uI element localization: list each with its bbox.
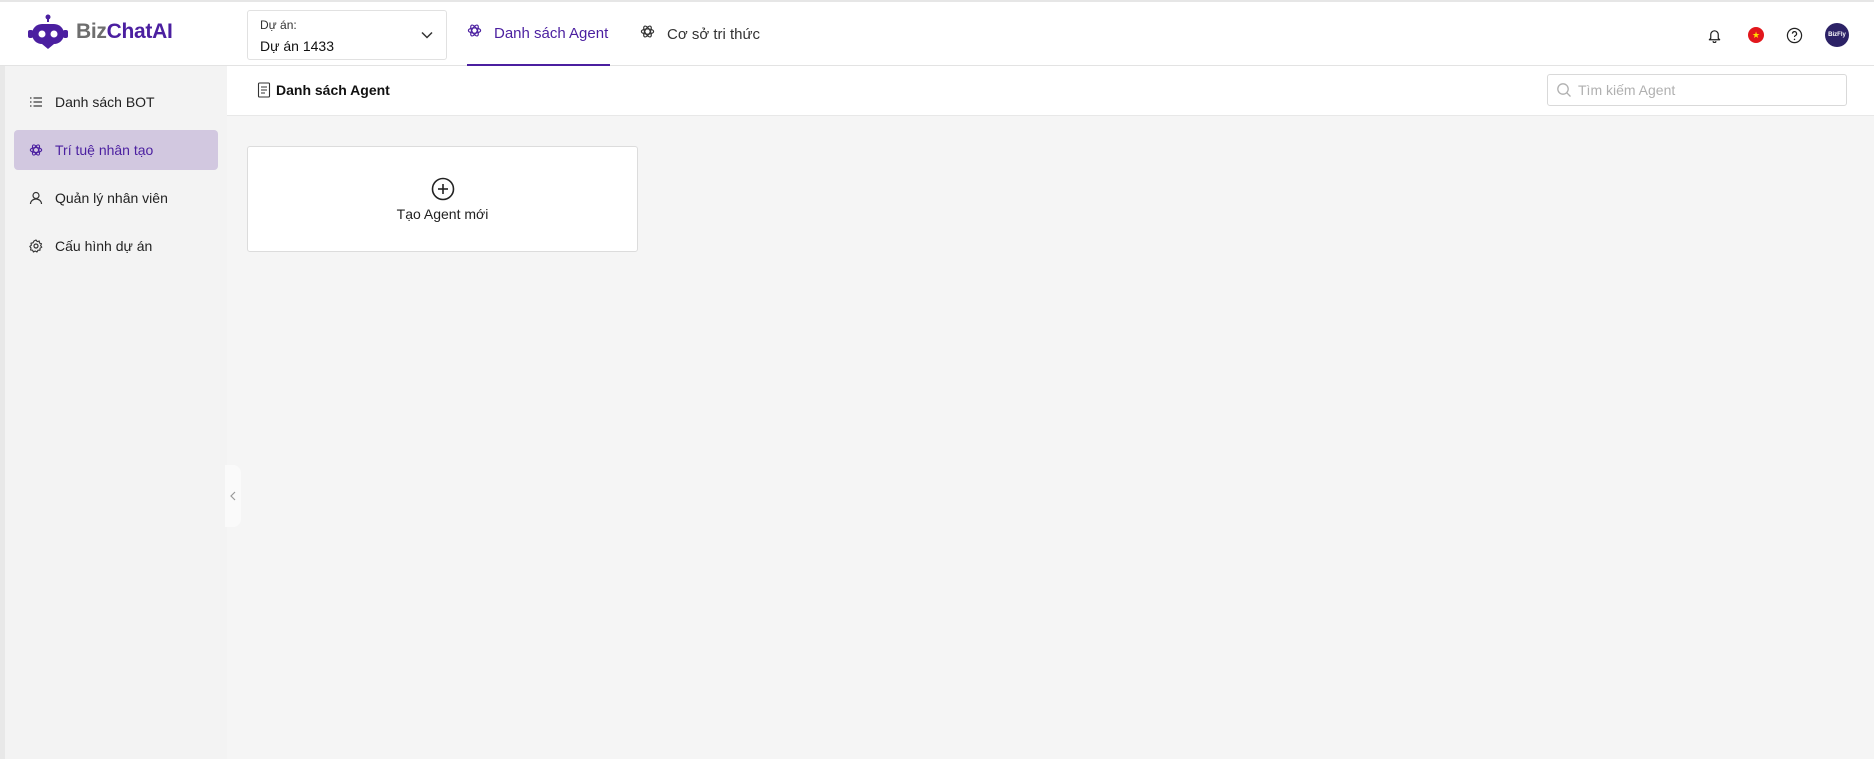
- sidebar-item-label: Quản lý nhân viên: [55, 190, 168, 206]
- search-icon: [1557, 83, 1571, 97]
- sidebar-item-label: Danh sách BOT: [55, 94, 155, 110]
- list-icon: [30, 97, 42, 107]
- top-bar: BizChatAI Dự án: Dự án 1433 Danh sách Ag…: [0, 0, 1874, 66]
- sidebar-item-settings[interactable]: Cấu hình dự án: [14, 226, 218, 266]
- search-box[interactable]: [1547, 74, 1847, 106]
- tab-knowledge-base-label: Cơ sở tri thức: [667, 25, 761, 43]
- gear-icon: [29, 239, 43, 253]
- project-label: Dự án:: [260, 18, 297, 32]
- project-selector[interactable]: Dự án: Dự án 1433: [247, 10, 447, 60]
- openai-icon: [29, 144, 43, 156]
- robot-logo-icon: [28, 14, 68, 49]
- search-input[interactable]: [1578, 82, 1828, 98]
- page-title: Danh sách Agent: [257, 82, 390, 98]
- sidebar-collapse-button[interactable]: [225, 465, 241, 527]
- tab-agent-list-label: Danh sách Agent: [494, 24, 609, 42]
- document-icon: [257, 82, 271, 98]
- logo-text: BizChatAI: [76, 20, 173, 43]
- create-agent-label: Tạo Agent mới: [396, 206, 489, 222]
- sidebar-item-bot-list[interactable]: Danh sách BOT: [14, 82, 218, 122]
- logo[interactable]: BizChatAI: [28, 14, 173, 50]
- language-button[interactable]: ★: [1745, 24, 1767, 46]
- user-icon: [29, 191, 43, 205]
- tab-knowledge-base[interactable]: Cơ sở tri thức: [640, 2, 760, 66]
- sidebar-edge: [0, 66, 5, 759]
- notification-button[interactable]: [1703, 24, 1725, 46]
- help-icon: [1786, 27, 1802, 43]
- sidebar-item-label: Cấu hình dự án: [55, 238, 153, 254]
- plus-circle-icon: [431, 177, 454, 201]
- openai-icon: [640, 25, 655, 38]
- page-title-text: Danh sách Agent: [276, 82, 390, 98]
- bell-icon: [1708, 29, 1720, 43]
- create-agent-card[interactable]: Tạo Agent mới: [247, 146, 638, 252]
- sidebar-item-staff[interactable]: Quản lý nhân viên: [14, 178, 218, 218]
- content-header: Danh sách Agent: [227, 66, 1874, 116]
- chevron-left-icon: [230, 491, 236, 501]
- sidebar-item-label: Trí tuệ nhân tạo: [55, 142, 154, 158]
- openai-icon: [467, 24, 482, 37]
- tab-agent-list[interactable]: Danh sách Agent: [467, 2, 611, 66]
- sidebar: Danh sách BOT Trí tuệ nhân tạo Quản lý n…: [0, 66, 227, 759]
- vietnam-flag-icon: ★: [1748, 27, 1764, 43]
- chevron-down-icon: [421, 31, 433, 39]
- avatar[interactable]: BizFly: [1825, 23, 1849, 47]
- help-button[interactable]: [1783, 24, 1805, 46]
- sidebar-item-ai[interactable]: Trí tuệ nhân tạo: [14, 130, 218, 170]
- main-content: Danh sách Agent Tạo Agent mới: [227, 66, 1874, 759]
- project-value: Dự án 1433: [260, 38, 334, 54]
